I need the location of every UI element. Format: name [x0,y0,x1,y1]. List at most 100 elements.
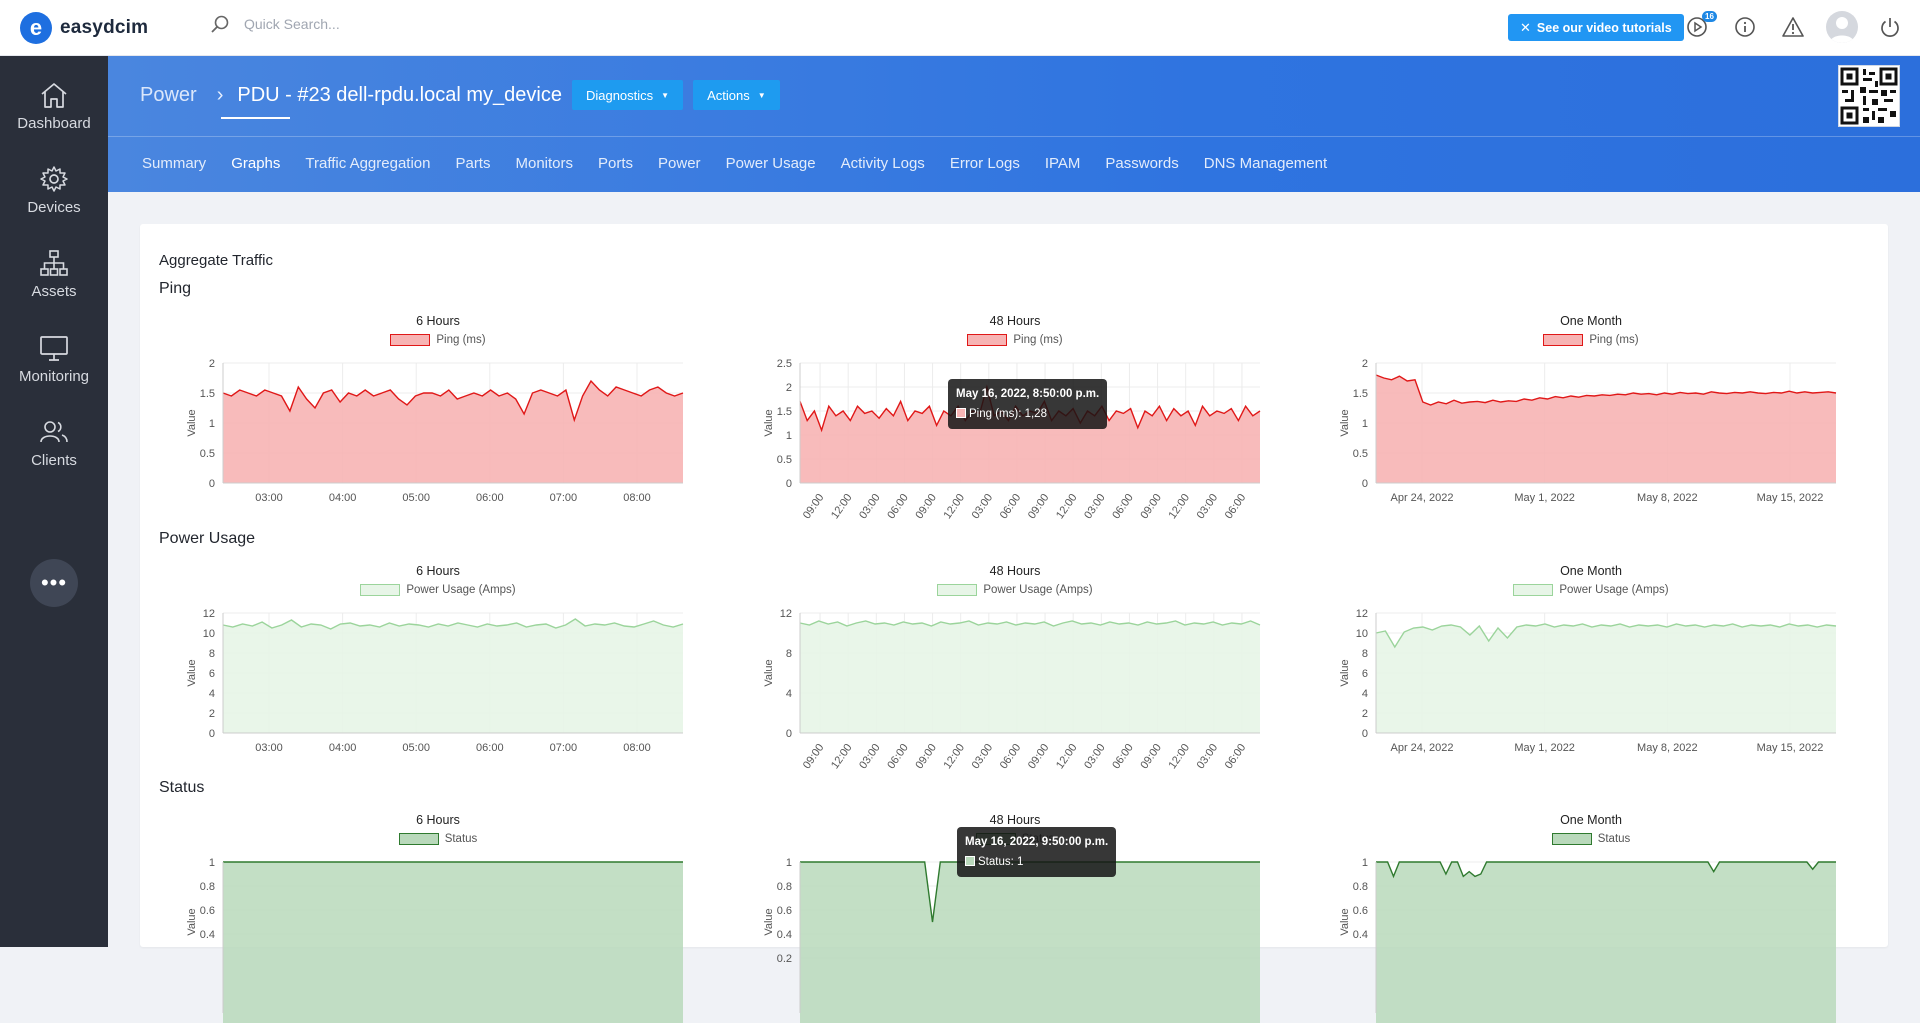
y-tick-label: 0.6 [1353,905,1368,917]
y-tick-label: 1 [1362,857,1368,869]
tab-passwords[interactable]: Passwords [1105,155,1178,172]
sidebar-item-clients[interactable]: Clients [0,418,108,469]
x-tick-label: May 1, 2022 [1514,492,1575,504]
y-axis-label: Value [763,908,775,935]
info-icon[interactable] [1734,16,1756,38]
y-tick-label: 1 [209,418,215,430]
y-axis-label: Value [763,659,775,686]
x-tick-label: 03:00 [255,492,283,504]
video-tutorials-label: See our video tutorials [1536,20,1672,35]
quick-search[interactable]: Quick Search... [210,14,340,34]
search-input[interactable]: Quick Search... [244,16,340,32]
more-icon: ••• [40,570,68,595]
more-button[interactable]: ••• [30,559,78,607]
video-tutorials-button[interactable]: ✕ See our video tutorials [1508,14,1684,41]
tab-monitors[interactable]: Monitors [515,155,573,172]
x-tick-label: 04:00 [329,492,357,504]
y-tick-label: 0.5 [1353,448,1368,460]
x-tick-label: 12:00 [829,742,855,771]
tab-activity-logs[interactable]: Activity Logs [841,155,925,172]
close-icon[interactable]: ✕ [1520,20,1531,36]
actions-button[interactable]: Actions ▼ [693,80,780,110]
x-tick-label: 06:00 [1223,742,1249,771]
chart-ping-6-hours[interactable]: 6 Hours Ping (ms) 2 1.5 1 0.5 0 Value 03:00 04:00… [158,314,718,524]
chart-plot: 1 0.8 0.6 0.4Value [186,857,683,1023]
power-icon[interactable] [1879,16,1901,38]
tab-bar: Summary Graphs Traffic Aggregation Parts Mon… [142,117,1352,172]
user-icon [1830,17,1854,43]
chart-power-usage-one-month[interactable]: One Month Power Usage (Amps) 12 10 8 6 4 2 0 Valu… [1311,564,1871,774]
home-icon [41,83,67,108]
tooltip-value: Status: 1 [978,856,1024,868]
y-tick-label: 12 [1356,608,1368,620]
tooltip-value: Ping (ms): 1,28 [969,408,1047,420]
section-ping-heading: Ping [159,280,192,297]
breadcrumb-power[interactable]: Power [140,84,197,107]
x-tick-label: 06:00 [885,492,911,521]
y-tick-label: 0.6 [200,905,215,917]
y-tick-label: 0.8 [777,881,792,893]
y-tick-label: 6 [209,668,215,680]
y-tick-label: 6 [1362,668,1368,680]
y-axis-label: Value [186,409,198,436]
tab-summary[interactable]: Summary [142,155,206,172]
logo-icon: e [20,12,52,44]
sidebar-item-devices[interactable]: Devices [0,165,108,216]
y-tick-label: 2 [209,708,215,720]
chart-status-48-hours[interactable]: 48 HoursStatus10.80.60.40.2ValueMay 16, … [735,813,1295,1023]
sitemap-icon [40,250,68,276]
x-tick-label: 12:00 [1054,492,1080,521]
chart-power-usage-48-hours[interactable]: 48 Hours Power Usage (Amps) 12 8 4 0 Value 09:0… [735,564,1295,774]
qr-code[interactable] [1838,65,1900,127]
x-tick-label: 06:00 [1223,492,1249,521]
chart-power-usage-6-hours[interactable]: 6 Hours Power Usage (Amps) 12 10 8 6 4 2 0 Value 0… [158,564,718,774]
top-bar: e easydcim Quick Search... ✕ See our vid… [0,0,1920,56]
chart-status-one-month[interactable]: One Month Status 1 0.8 0.6 0.4 Value [1311,813,1871,1023]
sidebar-item-assets[interactable]: Assets [0,249,108,300]
tooltip-swatch [956,408,966,418]
monitor-icon [40,336,68,361]
actions-label: Actions [707,87,750,103]
x-tick-label: 06:00 [998,742,1024,771]
tab-power[interactable]: Power [658,155,701,172]
sidebar-item-dashboard[interactable]: Dashboard [0,81,108,132]
x-tick-label: 12:00 [942,492,968,521]
x-tick-label: Apr 24, 2022 [1391,492,1454,504]
diagnostics-button[interactable]: Diagnostics ▼ [571,80,684,110]
x-tick-label: 08:00 [623,742,651,754]
tab-dns-management[interactable]: DNS Management [1204,155,1327,172]
x-tick-label: 04:00 [329,742,357,754]
tab-ports[interactable]: Ports [598,155,633,172]
app-name: easydcim [60,17,149,38]
chart-ping-48-hours[interactable]: 48 Hours Ping (ms) 2.5 2 1.5 1 0.5 0 Value 09:00 1… [735,314,1295,524]
y-tick-label: 0 [786,478,792,490]
tab-graphs[interactable]: Graphs [221,117,291,172]
caret-down-icon: ▼ [757,90,766,100]
section-status-heading: Status [159,779,205,796]
y-tick-label: 2.5 [777,358,792,370]
tab-traffic-aggregation[interactable]: Traffic Aggregation [305,155,430,172]
y-tick-label: 0.4 [777,929,792,941]
sidebar-item-monitoring[interactable]: Monitoring [0,334,108,385]
chart-status-6-hours[interactable]: 6 Hours Status 1 0.8 0.6 0.4 Value [158,813,718,1023]
chart-plot: 12840Value09:00 12:00 03:00 06:00 09:00 12:00… [763,608,1261,771]
warning-icon[interactable] [1782,16,1804,38]
notification-badge: 16 [1702,11,1717,22]
caret-down-icon: ▼ [661,90,670,100]
app-logo[interactable]: e easydcim [20,12,148,44]
x-tick-label: May 15, 2022 [1757,742,1824,754]
y-tick-label: 0 [209,478,215,490]
tab-power-usage[interactable]: Power Usage [726,155,816,172]
tab-parts[interactable]: Parts [455,155,490,172]
series-area [1376,624,1836,733]
chart-ping-one-month[interactable]: One Month Ping (ms) 2 1.5 1 0.5 0 Value Apr 24, … [1311,314,1871,524]
series-area [223,619,683,733]
tab-ipam[interactable]: IPAM [1045,155,1081,172]
y-tick-label: 0.2 [777,953,792,965]
x-tick-label: 07:00 [550,492,578,504]
user-avatar[interactable] [1826,11,1858,43]
y-tick-label: 2 [209,358,215,370]
tab-error-logs[interactable]: Error Logs [950,155,1020,172]
y-axis-label: Value [1339,659,1351,686]
x-tick-label: 06:00 [1110,742,1136,771]
